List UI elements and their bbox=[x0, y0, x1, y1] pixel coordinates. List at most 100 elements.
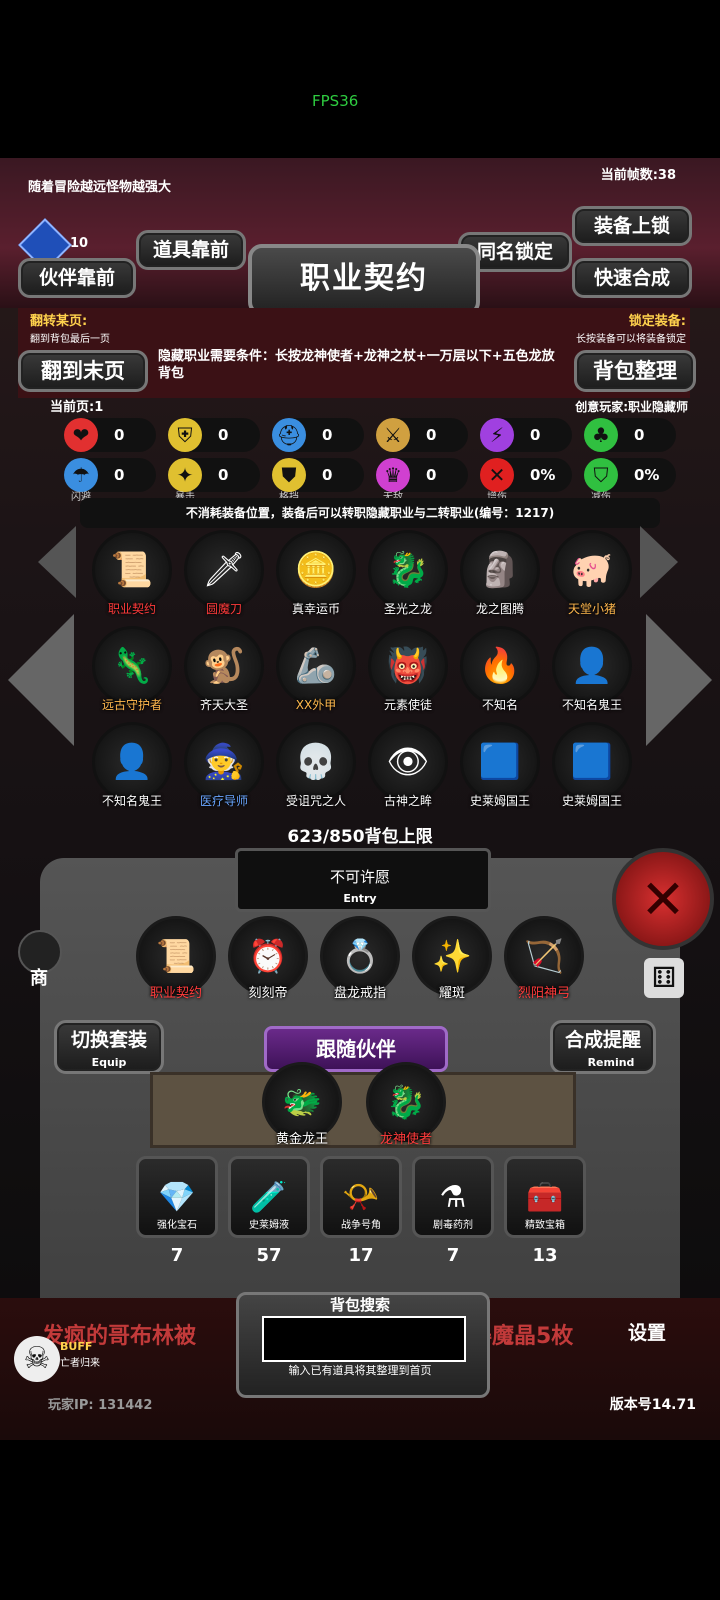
partner-item[interactable]: 🐉 龙神使者 bbox=[366, 1062, 446, 1154]
stat-value: 0 bbox=[218, 466, 229, 484]
skull-icon[interactable]: ☠ bbox=[14, 1336, 60, 1382]
current-page: 当前页:1 bbox=[50, 400, 104, 415]
equipped-item[interactable]: ⏰ 刻刻帝 bbox=[228, 916, 308, 1006]
bag-item[interactable]: 👹 元素使徒 bbox=[368, 626, 448, 722]
stat-stats_row2-4: ✕0%增伤 bbox=[480, 458, 572, 503]
stat-value: 0 bbox=[218, 426, 229, 444]
consumable-item[interactable]: 💎 强化宝石 7 bbox=[136, 1156, 218, 1266]
consumable-item[interactable]: 📯 战争号角 17 bbox=[320, 1156, 402, 1266]
item-icon: 🧙 bbox=[184, 722, 264, 802]
item-name: 耀斑 bbox=[438, 986, 465, 1001]
items-front-button[interactable]: 道具靠前 bbox=[136, 230, 246, 270]
bag-grid: 📜 职业契约 🗡 圆魔刀 🪙 真幸运币 🐉 圣光之龙 🗿 龙之图腾 🐖 天堂小猪 🦎 远古守护者 🐒 齐天大圣… bbox=[92, 530, 644, 818]
prev-page-arrow[interactable] bbox=[8, 614, 74, 746]
item-icon: 🐒 bbox=[184, 626, 264, 706]
consumable-item[interactable]: 🧰 精致宝箱 13 bbox=[504, 1156, 586, 1266]
next-page-arrow[interactable] bbox=[646, 614, 712, 746]
bag-item[interactable]: 🐉 圣光之龙 bbox=[368, 530, 448, 626]
gem-count: 10 bbox=[70, 236, 89, 251]
lightning-icon: ⚡ bbox=[480, 418, 514, 452]
item-icon: 👁 bbox=[368, 722, 448, 802]
item-icon: 👤 bbox=[92, 722, 172, 802]
bag-item[interactable]: 👤 不知名鬼王 bbox=[552, 626, 632, 722]
consumable-name: 史莱姆液 bbox=[249, 1220, 289, 1231]
partner-list: 🐲 黄金龙王 🐉 龙神使者 bbox=[262, 1062, 462, 1154]
consumable-name: 战争号角 bbox=[341, 1220, 381, 1231]
helmet-icon: ⛑ bbox=[272, 418, 306, 452]
switch-set-label: 切换套装 bbox=[70, 1029, 147, 1051]
entry-subtitle: Entry bbox=[343, 892, 377, 905]
bag-item[interactable]: 🐒 齐天大圣 bbox=[184, 626, 264, 722]
bag-item[interactable]: 👤 不知名鬼王 bbox=[92, 722, 172, 818]
frame-count: 当前帧数:38 bbox=[600, 168, 676, 183]
partner-item[interactable]: 🐲 黄金龙王 bbox=[262, 1062, 342, 1154]
lock-equip-title: 锁定装备: bbox=[628, 314, 686, 329]
bag-item[interactable]: 🦎 远古守护者 bbox=[92, 626, 172, 722]
item-name: 圆魔刀 bbox=[205, 602, 242, 616]
item-name: 圣光之龙 bbox=[383, 602, 432, 616]
stat-value: 0 bbox=[634, 426, 645, 444]
fps-indicator: FPS36 bbox=[312, 92, 359, 110]
bag-item[interactable]: 🦾 XX外甲 bbox=[276, 626, 356, 722]
item-icon: 🟦 bbox=[460, 722, 540, 802]
equipped-item[interactable]: 📜 职业契约 bbox=[136, 916, 216, 1006]
item-name: 齐天大圣 bbox=[199, 698, 248, 712]
consumable-count: 7 bbox=[446, 1245, 460, 1266]
bag-item[interactable]: 🗿 龙之图腾 bbox=[460, 530, 540, 626]
page-title: 职业契约 bbox=[248, 244, 480, 316]
bag-item[interactable]: 🟦 史莱姆国王 bbox=[460, 722, 540, 818]
stat-value: 0 bbox=[114, 466, 125, 484]
shop-label[interactable]: 商 bbox=[30, 964, 48, 990]
stats-row-1: ❤ 0 ⛨ 0 ⛑ 0 ⚔ 0 ⚡ 0 ♣ 0 bbox=[64, 418, 676, 454]
close-icon[interactable]: ✕ bbox=[612, 848, 714, 950]
consumables: 💎 强化宝石 7 🧪 史莱姆液 57 📯 战争号角 17 ⚗ 剧毒药剂 7 🧰 精致宝箱 13 bbox=[136, 1156, 586, 1266]
goto-last-page-button[interactable]: 翻到末页 bbox=[18, 350, 148, 392]
bag-item[interactable]: 🐖 天堂小猪 bbox=[552, 530, 632, 626]
stat-stats_row2-1: ✦0暴击 bbox=[168, 458, 260, 503]
search-input[interactable] bbox=[262, 1316, 466, 1362]
item-name: 史莱姆国王 bbox=[561, 794, 622, 808]
item-name: 天堂小猪 bbox=[567, 602, 616, 616]
stat-stats_row2-2: ⛊0格挡 bbox=[272, 458, 364, 503]
bag-item[interactable]: 🔥 不知名 bbox=[460, 626, 540, 722]
item-name: 古神之眸 bbox=[383, 794, 432, 808]
partner-name: 黄金龙王 bbox=[275, 1132, 328, 1147]
synth-remind-label: 合成提醒 bbox=[564, 1029, 641, 1051]
bag-item[interactable]: 👁 古神之眸 bbox=[368, 722, 448, 818]
stat-value: 0 bbox=[530, 426, 541, 444]
equipped-item[interactable]: ✨ 耀斑 bbox=[412, 916, 492, 1006]
dice-icon[interactable]: ⚅ bbox=[644, 958, 684, 998]
stat-stats_row1-2: ⛑ 0 bbox=[272, 418, 364, 454]
item-name: 史莱姆国王 bbox=[469, 794, 530, 808]
item-description: 不消耗装备位置，装备后可以转职隐藏职业与二转职业(编号：1217) bbox=[80, 498, 660, 528]
consumable-item[interactable]: 🧪 史莱姆液 57 bbox=[228, 1156, 310, 1266]
bag-item[interactable]: 💀 受诅咒之人 bbox=[276, 722, 356, 818]
next-page-small-arrow[interactable] bbox=[640, 526, 678, 598]
bag-item[interactable]: 🗡 圆魔刀 bbox=[184, 530, 264, 626]
bag-item[interactable]: 🪙 真幸运币 bbox=[276, 530, 356, 626]
synth-remind-sub: Remind bbox=[587, 1056, 635, 1069]
settings-button[interactable]: 设置 bbox=[628, 1318, 666, 1345]
item-name: 不知名 bbox=[481, 698, 518, 712]
switch-set-sub: Equip bbox=[91, 1056, 127, 1069]
item-icon: 📜 bbox=[92, 530, 172, 610]
item-name: 医疗导师 bbox=[199, 794, 248, 808]
bag-item[interactable]: 🧙 医疗导师 bbox=[184, 722, 264, 818]
equip-lock-button[interactable]: 装备上锁 bbox=[572, 206, 692, 246]
bag-sort-button[interactable]: 背包整理 bbox=[574, 350, 696, 392]
item-icon: 🦾 bbox=[276, 626, 356, 706]
stat-value: 0% bbox=[530, 466, 556, 484]
consumable-item[interactable]: ⚗ 剧毒药剂 7 bbox=[412, 1156, 494, 1266]
stat-value: 0 bbox=[426, 466, 437, 484]
creator-credit: 创意玩家:职业隐藏师 bbox=[575, 400, 688, 414]
entry-title: 不可许愿 bbox=[329, 868, 390, 886]
equipped-item[interactable]: 💍 盘龙戒指 bbox=[320, 916, 400, 1006]
bag-item[interactable]: 🟦 史莱姆国王 bbox=[552, 722, 632, 818]
prev-page-small-arrow[interactable] bbox=[38, 526, 76, 598]
partner-front-button[interactable]: 伙伴靠前 bbox=[18, 258, 136, 298]
item-icon: 🗿 bbox=[460, 530, 540, 610]
quick-synth-button[interactable]: 快速合成 bbox=[572, 258, 692, 298]
item-name: 龙之图腾 bbox=[475, 602, 524, 616]
equipped-item[interactable]: 🏹 烈阳神弓 bbox=[504, 916, 584, 1006]
bag-item[interactable]: 📜 职业契约 bbox=[92, 530, 172, 626]
